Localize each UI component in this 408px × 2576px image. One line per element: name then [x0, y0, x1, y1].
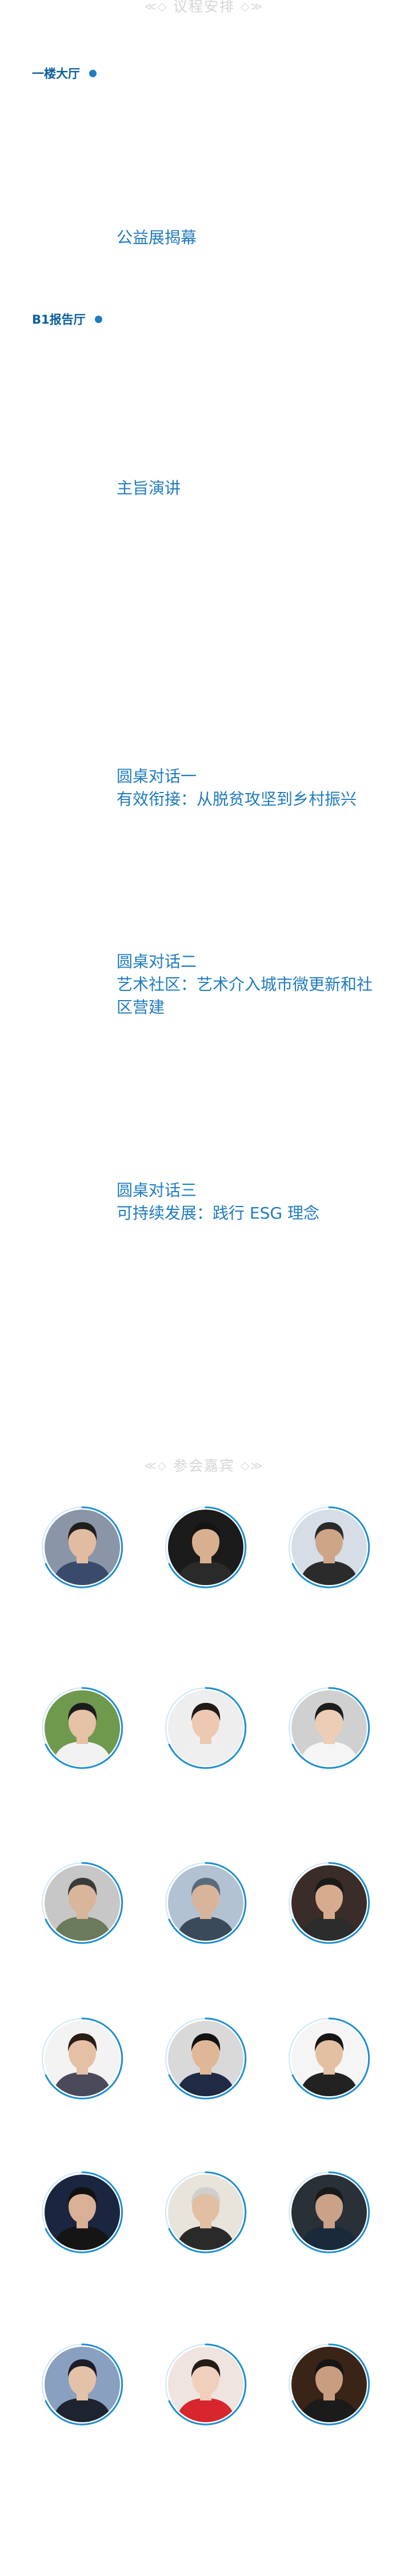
ornament-right-icon: ◇≫	[241, 1459, 264, 1472]
guest-avatar[interactable]	[287, 2170, 371, 2255]
guest-avatar[interactable]	[40, 1861, 125, 1945]
session-line: 可持续发展：践行 ESG 理念	[117, 1204, 319, 1223]
guest-photo	[291, 1690, 367, 1766]
venue-dot-icon	[89, 69, 97, 77]
guest-avatar[interactable]	[40, 2342, 125, 2427]
session-keynote: 主旨演讲	[117, 477, 391, 500]
guests-title-text: 参会嘉宾	[173, 1458, 235, 1474]
venue-label-lobby: 一楼大厅	[32, 62, 118, 85]
guest-photo	[291, 1510, 367, 1585]
guest-avatar[interactable]	[287, 1505, 371, 1590]
guests-section-title: ≪◇ 参会嘉宾 ◇≫	[0, 1455, 408, 1475]
guest-photo	[45, 2175, 120, 2250]
guest-avatar[interactable]	[40, 2016, 125, 2101]
session-roundtable-2: 圆桌对话二 艺术社区：艺术介入城市微更新和社 区营建	[117, 950, 391, 1019]
guest-photo	[291, 2021, 367, 2096]
guest-photo	[291, 2347, 367, 2422]
session-line: 主旨演讲	[117, 479, 181, 497]
session-roundtable-1: 圆桌对话一 有效衔接：从脱贫攻坚到乡村振兴	[117, 765, 391, 811]
session-line: 圆桌对话二	[117, 952, 197, 971]
guest-avatar[interactable]	[40, 1505, 125, 1590]
guest-photo	[45, 1690, 120, 1766]
guest-avatar[interactable]	[163, 2170, 248, 2255]
guest-avatar[interactable]	[163, 1686, 248, 1770]
guest-photo	[45, 1865, 120, 1941]
guest-avatar[interactable]	[287, 1861, 371, 1945]
agenda-section-title: ≪◇ 议程安排 ◇≫	[0, 0, 408, 16]
session-line: 艺术社区：艺术介入城市微更新和社	[117, 975, 373, 994]
guest-avatar[interactable]	[287, 2342, 371, 2427]
guest-avatar[interactable]	[163, 1505, 248, 1590]
guest-photo	[168, 2021, 243, 2096]
agenda-title-text: 议程安排	[173, 0, 235, 15]
guest-photo	[168, 1865, 243, 1941]
ornament-left-icon: ≪◇	[144, 0, 167, 13]
guest-photo	[291, 2175, 367, 2250]
guest-photo	[45, 1510, 120, 1585]
guest-avatar[interactable]	[163, 2016, 248, 2101]
guest-avatar[interactable]	[287, 1686, 371, 1770]
guest-photo	[45, 2021, 120, 2096]
venue-dot-icon	[94, 315, 102, 323]
guest-photo	[168, 1690, 243, 1766]
session-line: 公益展揭幕	[117, 228, 197, 247]
guest-photo	[45, 2347, 120, 2422]
session-line: 有效衔接：从脱贫攻坚到乡村振兴	[117, 790, 357, 809]
session-roundtable-3: 圆桌对话三 可持续发展：践行 ESG 理念	[117, 1179, 391, 1225]
guest-photo	[168, 2347, 243, 2422]
guest-avatar[interactable]	[163, 1861, 248, 1945]
session-line: 区营建	[117, 998, 165, 1017]
ornament-left-icon: ≪◇	[144, 1459, 167, 1472]
guest-avatar[interactable]	[163, 2342, 248, 2427]
guest-avatar[interactable]	[40, 1686, 125, 1770]
guest-photo	[168, 1510, 243, 1585]
venue-label-b1-hall: B1报告厅	[32, 308, 118, 331]
venue-b1-text: B1报告厅	[32, 313, 86, 327]
guest-photo	[168, 2175, 243, 2250]
venue-lobby-text: 一楼大厅	[32, 67, 80, 81]
session-exhibition-opening: 公益展揭幕	[117, 226, 391, 249]
ornament-right-icon: ◇≫	[241, 0, 264, 13]
guest-avatar[interactable]	[287, 2016, 371, 2101]
guest-avatar[interactable]	[40, 2170, 125, 2255]
session-line: 圆桌对话三	[117, 1181, 197, 1200]
guest-photo	[291, 1865, 367, 1941]
session-line: 圆桌对话一	[117, 767, 197, 786]
